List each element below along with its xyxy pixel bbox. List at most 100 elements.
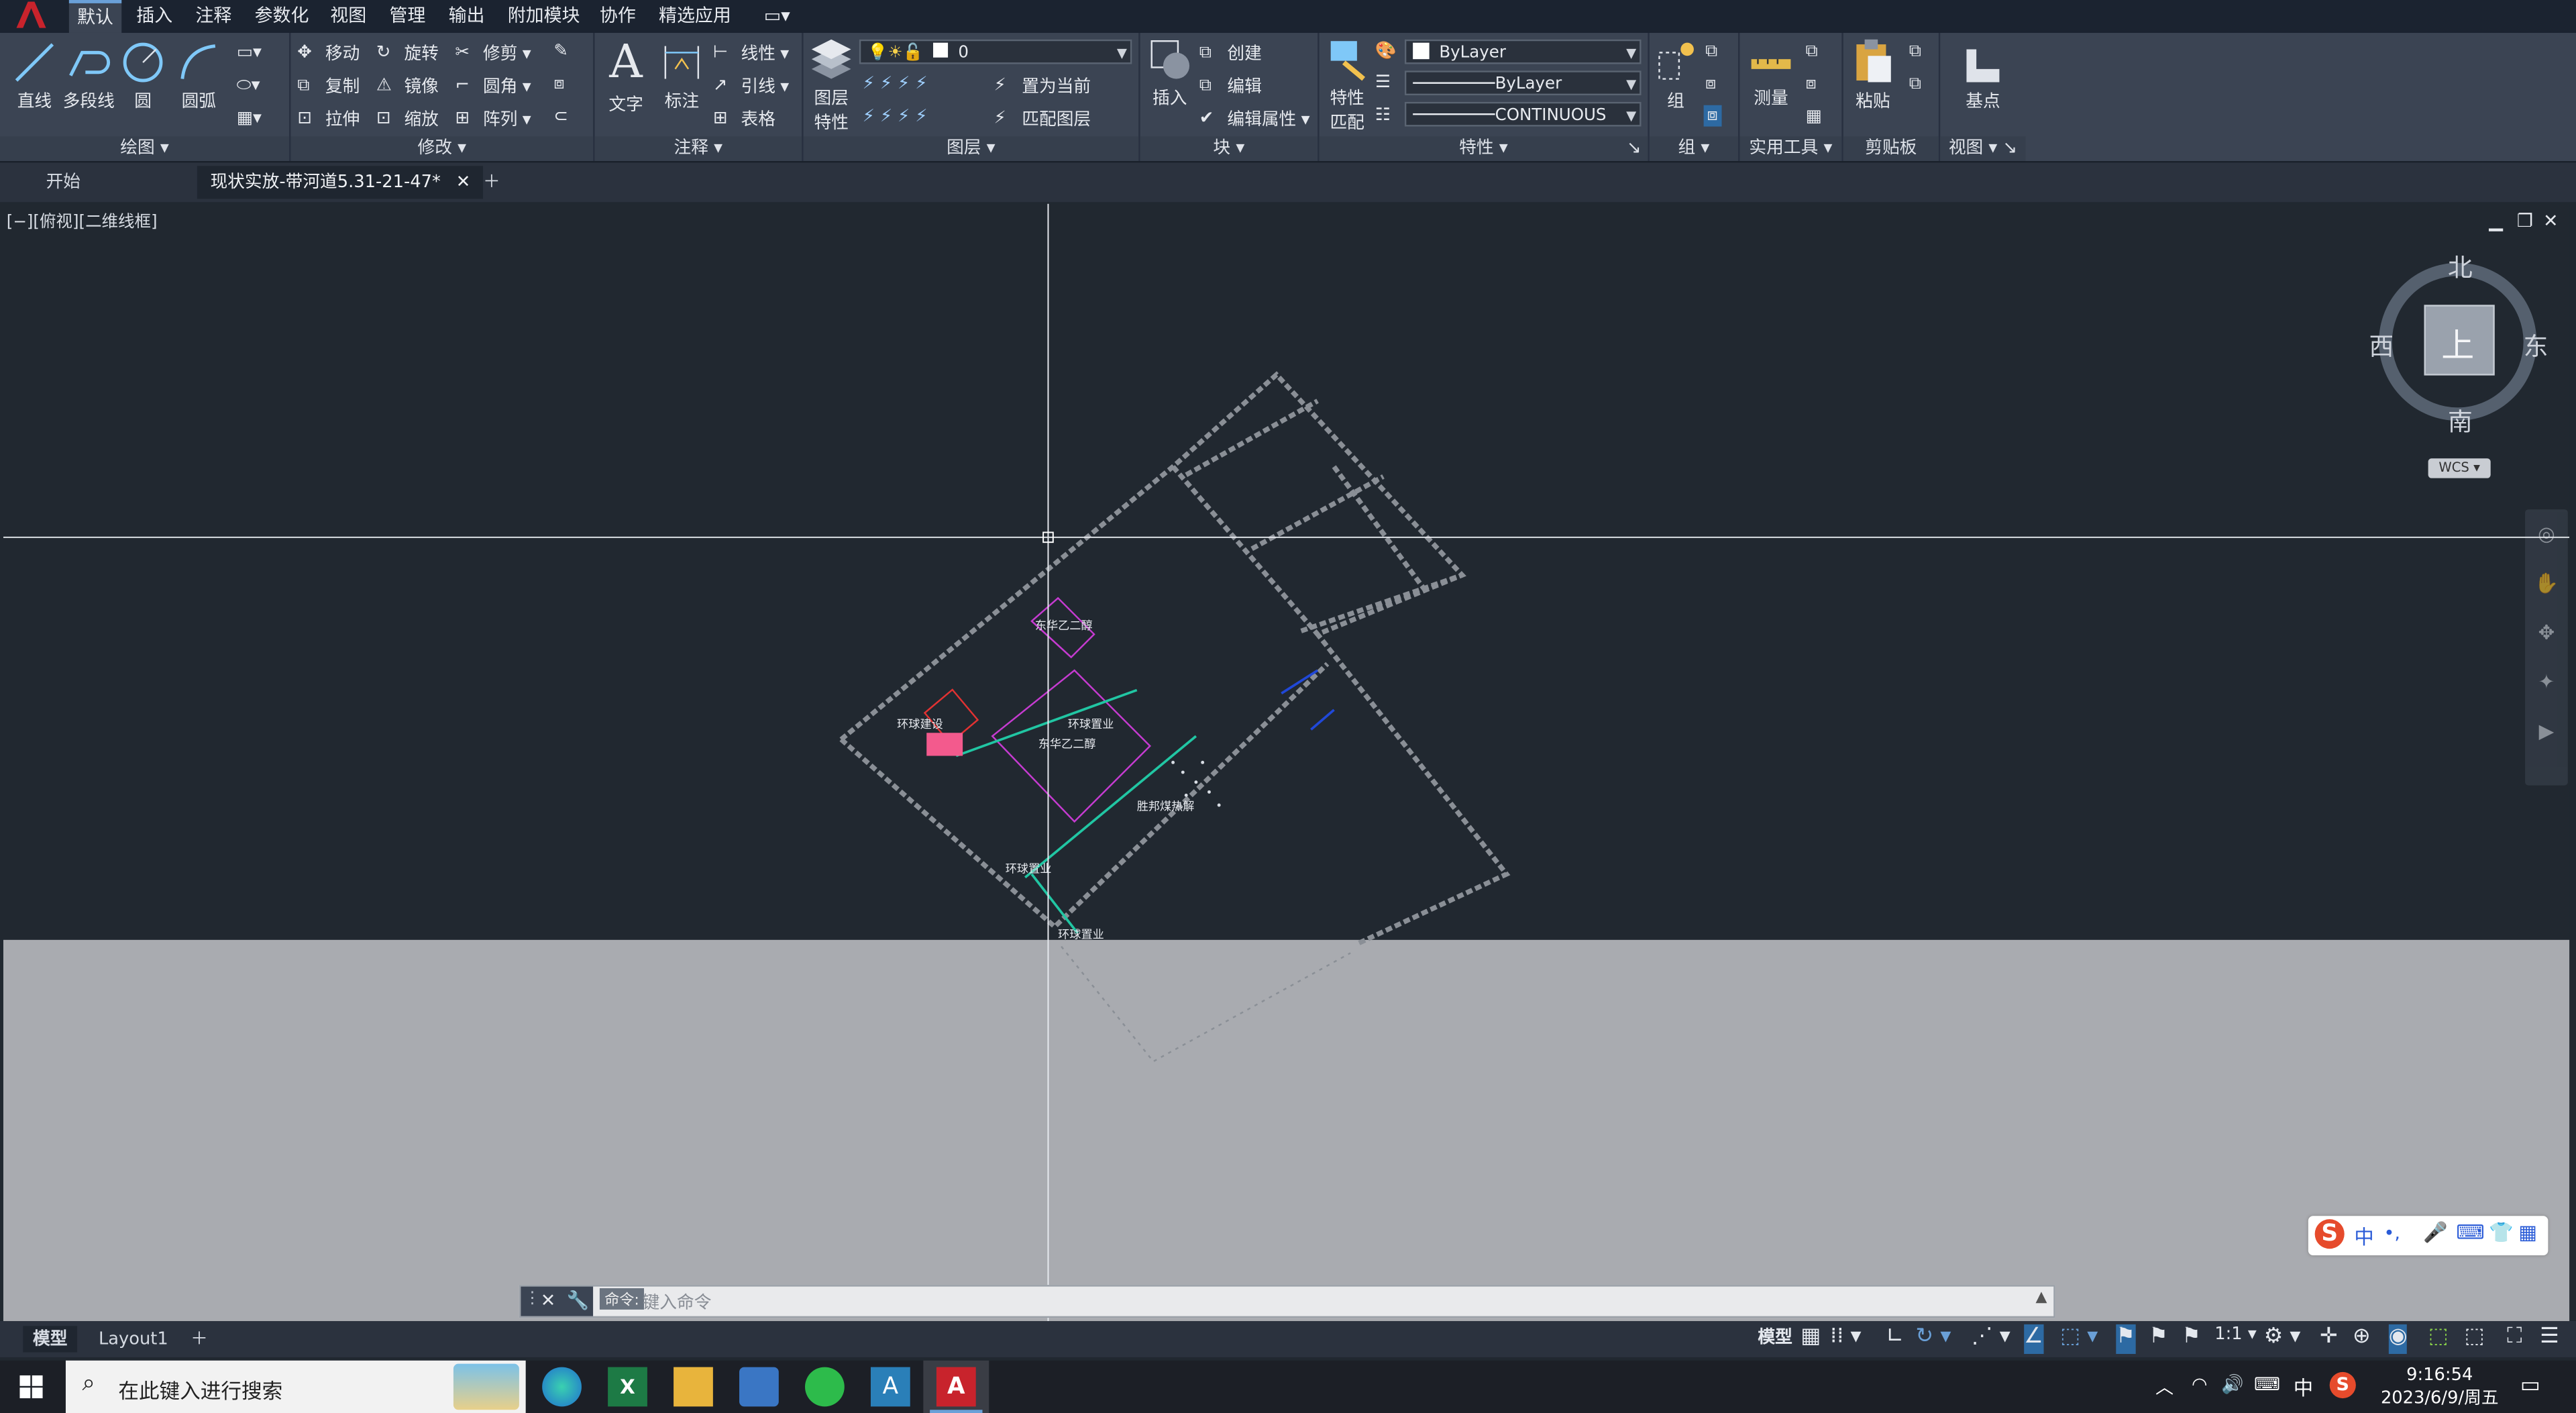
ungroup-icon[interactable]: ⧉ xyxy=(1705,41,1717,62)
microphone-icon[interactable]: 🎤 xyxy=(2423,1221,2448,1244)
grid-icon[interactable]: ▦ xyxy=(1801,1324,1821,1354)
panel-properties-title[interactable]: 特性 ▾ ↘ xyxy=(1319,136,1648,162)
add-layout-icon[interactable]: ＋ xyxy=(180,1326,217,1352)
ime-toolbar[interactable]: S 中 •, 🎤 ⌨ 👕 ▦ xyxy=(2308,1216,2548,1256)
table-button[interactable]: ⊞ 表格 xyxy=(713,107,775,132)
close-icon[interactable]: ✕ xyxy=(456,172,471,192)
hatch-icon[interactable]: ⬭▾ xyxy=(237,76,260,97)
paste-button[interactable]: 粘贴 xyxy=(1847,36,1899,113)
menu-default[interactable]: 默认 xyxy=(68,0,122,33)
autocad-app-icon[interactable]: A xyxy=(936,1367,976,1407)
snap-icon[interactable]: ⁞⁞ ▾ xyxy=(1830,1324,1861,1354)
punctuation-icon[interactable]: •, xyxy=(2383,1222,2400,1244)
tab-start[interactable]: 开始 xyxy=(33,166,191,199)
lineweight-dropdown[interactable]: ByLayer ▼ xyxy=(1404,70,1642,96)
volume-icon[interactable]: 🔊 xyxy=(2221,1373,2244,1395)
edit-block-button[interactable]: ⧉ 编辑 xyxy=(1199,74,1262,99)
linetype-icon[interactable]: ☷ xyxy=(1375,105,1391,125)
rotate-button[interactable]: ↻ 旋转 xyxy=(376,41,439,66)
leader-button[interactable]: ↗ 引线 ▾ xyxy=(713,74,789,99)
menu-featured-apps[interactable]: 精选应用 xyxy=(651,3,739,30)
cut-icon[interactable]: ⧉ xyxy=(1909,41,1921,62)
match-layer-button[interactable]: ⚡ 匹配图层 xyxy=(994,107,1091,132)
arc-button[interactable]: 圆弧 xyxy=(171,40,227,113)
customize-menu-icon[interactable]: ☰ xyxy=(2540,1324,2559,1354)
new-tab-icon[interactable]: ＋ xyxy=(470,166,513,199)
drawing-viewport[interactable]: [−][俯视][二维线框] ▁ ❐ ✕ 北 西 东 南 上 WCS ▾ ◎ ✋ ✥ ✦… xyxy=(3,203,2570,1321)
autocad-logo-icon[interactable] xyxy=(10,0,53,30)
autocad-app-icon-2[interactable]: A xyxy=(870,1367,910,1407)
trim-button[interactable]: ✂ 修剪 ▾ xyxy=(455,41,531,66)
quick-properties-icon[interactable]: ◉ xyxy=(2388,1324,2408,1354)
rectangle-icon[interactable]: ▭▾ xyxy=(237,43,262,62)
sogou-tray-icon[interactable]: S xyxy=(2329,1371,2356,1399)
cad-drawing[interactable] xyxy=(3,203,2570,1321)
menu-annotate[interactable]: 注释 xyxy=(187,3,239,30)
panel-layers-title[interactable]: 图层 ▾ xyxy=(803,136,1139,162)
move-button[interactable]: ✥ 移动 xyxy=(297,41,360,66)
ribbon-toggle-icon[interactable]: ▭▾ xyxy=(756,3,798,30)
tab-current-file[interactable]: 现状实放-带河道5.31-21-47* ✕ xyxy=(197,166,484,199)
model-space-button[interactable]: 模型 xyxy=(1758,1324,1792,1354)
hardware-accel-icon[interactable]: ⬚ xyxy=(2464,1324,2484,1354)
fullscreen-icon[interactable]: ⛶ xyxy=(2507,1324,2522,1354)
erase-icon[interactable]: ✎ xyxy=(553,41,568,60)
text-button[interactable]: A 文字 xyxy=(601,36,650,117)
polar-tracking-icon[interactable]: ↻ ▾ xyxy=(1916,1324,1951,1354)
explode-icon[interactable]: ⧈ xyxy=(553,74,564,95)
panel-block-title[interactable]: 块 ▾ xyxy=(1140,136,1318,162)
scale-button[interactable]: ⊡ 缩放 xyxy=(376,107,439,132)
color-dropdown[interactable]: ByLayer ▼ xyxy=(1404,39,1642,64)
polyline-button[interactable]: 多段线 xyxy=(62,40,115,113)
system-clock[interactable]: 9:16:54 2023/6/9/周五 xyxy=(2374,1364,2506,1410)
grip-icon[interactable]: ⋮ xyxy=(524,1290,540,1308)
isodraft-icon[interactable]: ⋰ ▾ xyxy=(1972,1324,2010,1354)
object-snap-tracking-icon[interactable]: ∠ xyxy=(2024,1324,2043,1354)
group-edit-icon[interactable]: ⧈ xyxy=(1705,74,1716,95)
mail-icon[interactable] xyxy=(739,1367,779,1407)
fillet-button[interactable]: ⌐ 圆角 ▾ xyxy=(455,74,531,99)
circle-button[interactable]: 圆 xyxy=(118,40,167,113)
wechat-icon[interactable] xyxy=(805,1367,845,1407)
menu-addins[interactable]: 附加模块 xyxy=(499,3,588,30)
layer-tools-row2[interactable]: ⚡ ⚡ ⚡ ⚡ xyxy=(863,107,928,126)
close-icon[interactable]: ✕ xyxy=(541,1290,556,1311)
tray-overflow-icon[interactable]: ︿ xyxy=(2155,1373,2174,1400)
panel-clipboard-title[interactable]: 剪贴板 xyxy=(1843,136,1939,162)
file-explorer-icon[interactable] xyxy=(674,1367,713,1407)
keyboard-tray-icon[interactable]: ⌨ xyxy=(2254,1373,2280,1395)
workspace-gear-icon[interactable]: ⚙ ▾ xyxy=(2264,1324,2301,1354)
notification-icon[interactable]: ▭ xyxy=(2520,1373,2540,1398)
copy-button[interactable]: ⧉ 复制 xyxy=(297,74,360,99)
menu-output[interactable]: 输出 xyxy=(440,3,492,30)
menu-manage[interactable]: 管理 xyxy=(381,3,433,30)
annotation-visibility-icon[interactable]: ⚑ xyxy=(2116,1324,2135,1354)
copy-clip-icon[interactable]: ⧉ xyxy=(1909,74,1921,95)
region-icon[interactable]: ▦▾ xyxy=(237,109,262,128)
annotation-scale-icon[interactable]: ⚑ xyxy=(2182,1324,2201,1354)
layer-properties-button[interactable]: 图层 特性 xyxy=(806,39,855,135)
select-all-icon[interactable]: ⧈ xyxy=(1805,74,1816,95)
keyboard-icon[interactable]: ⌨ xyxy=(2456,1221,2484,1244)
annotation-autoscale-icon[interactable]: ⚑ xyxy=(2149,1324,2168,1354)
isolate-objects-icon[interactable]: ⬚ xyxy=(2428,1324,2449,1354)
offset-icon[interactable]: ⊂ xyxy=(553,107,568,126)
menu-view[interactable]: 视图 xyxy=(322,3,374,30)
edit-attributes-button[interactable]: ✔ 编辑属性 ▾ xyxy=(1199,107,1310,132)
annotation-scale-value[interactable]: 1:1 ▾ xyxy=(2214,1324,2256,1354)
menu-insert[interactable]: 插入 xyxy=(128,3,180,30)
match-properties-button[interactable]: 特性 匹配 xyxy=(1322,36,1371,135)
group-button[interactable]: 组 xyxy=(1653,40,1699,113)
tab-layout1[interactable]: Layout1 xyxy=(89,1326,178,1352)
stretch-button[interactable]: ⊡ 拉伸 xyxy=(297,107,360,132)
taskbar-search-box[interactable]: ⌕ 在此键入进行搜索 xyxy=(65,1360,526,1413)
mirror-button[interactable]: ⚠ 镜像 xyxy=(376,74,439,99)
object-snap-icon[interactable]: ⬚ ▾ xyxy=(2060,1324,2098,1354)
units-icon[interactable]: ⊕ xyxy=(2353,1324,2371,1354)
ortho-icon[interactable]: ∟ xyxy=(1886,1324,1904,1354)
panel-groups-title[interactable]: 组 ▾ xyxy=(1649,136,1739,162)
set-current-button[interactable]: ⚡ 置为当前 xyxy=(994,74,1091,99)
command-input[interactable]: 键入命令 xyxy=(643,1290,712,1314)
ime-tray-label[interactable]: 中 xyxy=(2294,1373,2313,1402)
group-select-icon[interactable]: ⧈ xyxy=(1703,105,1721,127)
